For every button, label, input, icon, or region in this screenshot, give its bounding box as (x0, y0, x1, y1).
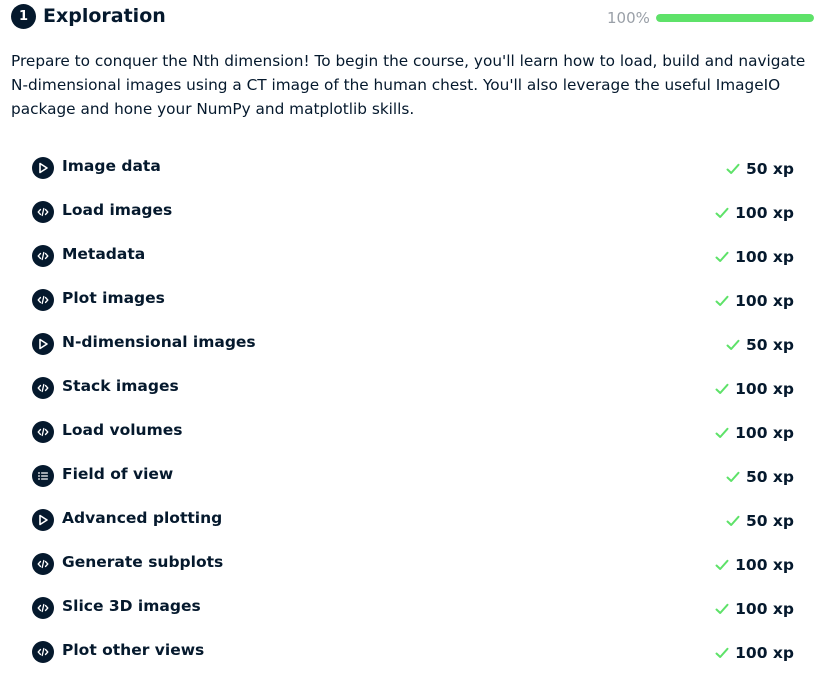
xp-label: 100 xp (735, 424, 794, 442)
code-icon (32, 289, 54, 311)
exercise-xp: 100 xp (714, 422, 794, 444)
code-icon (32, 245, 54, 267)
checkmark-icon (714, 601, 730, 617)
code-icon (32, 201, 54, 223)
exercise-row[interactable]: Advanced plotting 50 xp (0, 497, 826, 541)
video-play-icon (32, 333, 54, 355)
code-icon (32, 377, 54, 399)
xp-label: 50 xp (745, 160, 794, 178)
exercise-row[interactable]: Plot images 100 xp (0, 277, 826, 321)
exercise-xp: 100 xp (714, 554, 794, 576)
progress-bar-fill (656, 14, 814, 22)
xp-label: 50 xp (745, 468, 794, 486)
xp-label: 100 xp (735, 600, 794, 618)
exercise-xp: 100 xp (714, 202, 794, 224)
code-icon (32, 553, 54, 575)
exercise-title[interactable]: Stack images (62, 375, 179, 397)
chapter-number-badge: 1 (11, 4, 36, 29)
xp-label: 100 xp (735, 644, 794, 662)
exercise-xp: 100 xp (714, 378, 794, 400)
xp-label: 100 xp (735, 292, 794, 310)
checkmark-icon (725, 337, 741, 353)
xp-label: 100 xp (735, 248, 794, 266)
video-play-icon (32, 509, 54, 531)
xp-label: 50 xp (745, 512, 794, 530)
exercise-row[interactable]: Generate subplots 100 xp (0, 541, 826, 585)
exercise-title[interactable]: Metadata (62, 243, 145, 265)
checkmark-icon (714, 557, 730, 573)
chapter-header: 1 Exploration 100% (11, 3, 815, 29)
video-play-icon (32, 157, 54, 179)
checkmark-icon (714, 205, 730, 221)
exercise-title[interactable]: Generate subplots (62, 551, 223, 573)
checkmark-icon (714, 381, 730, 397)
exercise-xp: 100 xp (714, 290, 794, 312)
checkmark-icon (714, 425, 730, 441)
exercise-row[interactable]: Load volumes 100 xp (0, 409, 826, 453)
exercise-row[interactable]: Image data 50 xp (0, 145, 826, 189)
exercise-title[interactable]: Image data (62, 155, 161, 177)
exercise-row[interactable]: Load images 100 xp (0, 189, 826, 233)
checkmark-icon (725, 513, 741, 529)
xp-label: 100 xp (735, 556, 794, 574)
exercise-xp: 50 xp (725, 158, 794, 180)
xp-label: 50 xp (745, 336, 794, 354)
exercise-row[interactable]: N-dimensional images 50 xp (0, 321, 826, 365)
chapter-description: Prepare to conquer the Nth dimension! To… (11, 52, 806, 118)
progress-bar (656, 14, 814, 22)
exercise-title[interactable]: Plot images (62, 287, 165, 309)
xp-label: 100 xp (735, 380, 794, 398)
code-icon (32, 641, 54, 663)
checkmark-icon (725, 161, 741, 177)
exercise-row[interactable]: Plot other views 100 xp (0, 629, 826, 673)
exercise-title[interactable]: Field of view (62, 463, 173, 485)
list-icon (32, 465, 54, 487)
code-icon (32, 421, 54, 443)
exercise-title[interactable]: Advanced plotting (62, 507, 222, 529)
exercise-xp: 100 xp (714, 642, 794, 664)
exercise-row[interactable]: Stack images 100 xp (0, 365, 826, 409)
exercise-title[interactable]: N-dimensional images (62, 331, 256, 353)
exercise-xp: 50 xp (725, 466, 794, 488)
exercise-xp: 50 xp (725, 334, 794, 356)
exercise-xp: 50 xp (725, 510, 794, 532)
chapter-title[interactable]: Exploration (43, 3, 166, 29)
checkmark-icon (725, 469, 741, 485)
exercise-title[interactable]: Load images (62, 199, 172, 221)
exercise-row[interactable]: Slice 3D images 100 xp (0, 585, 826, 629)
exercise-title[interactable]: Load volumes (62, 419, 182, 441)
checkmark-icon (714, 645, 730, 661)
exercise-xp: 100 xp (714, 246, 794, 268)
xp-label: 100 xp (735, 204, 794, 222)
exercise-xp: 100 xp (714, 598, 794, 620)
exercise-row[interactable]: Field of view 50 xp (0, 453, 826, 497)
exercise-title[interactable]: Slice 3D images (62, 595, 201, 617)
exercise-title[interactable]: Plot other views (62, 639, 204, 661)
progress-percent: 100% (607, 9, 650, 27)
code-icon (32, 597, 54, 619)
checkmark-icon (714, 293, 730, 309)
checkmark-icon (714, 249, 730, 265)
exercise-row[interactable]: Metadata 100 xp (0, 233, 826, 277)
